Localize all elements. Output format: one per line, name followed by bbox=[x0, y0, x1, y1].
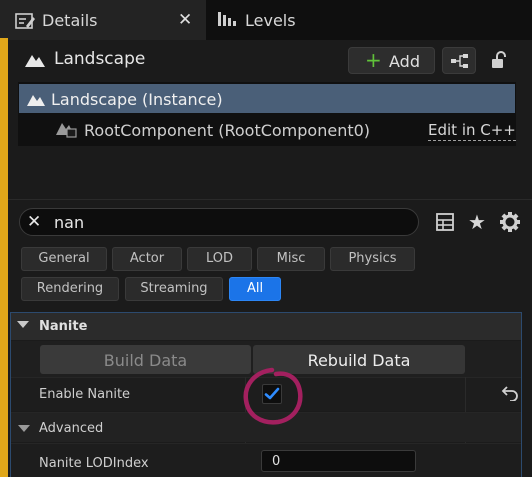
clear-search-icon[interactable]: ✕ bbox=[27, 212, 41, 232]
plus-icon: + bbox=[365, 48, 382, 72]
star-icon[interactable]: ★ bbox=[468, 210, 486, 234]
advanced-label: Advanced bbox=[39, 421, 104, 436]
root-component-icon bbox=[55, 119, 77, 139]
filter-misc[interactable]: Misc bbox=[257, 247, 325, 271]
tree-row-instance[interactable]: Landscape (Instance) bbox=[19, 84, 515, 113]
tab-active-accent bbox=[0, 38, 8, 477]
nanite-section-label: Nanite bbox=[39, 319, 88, 334]
nanite-lodindex-label: Nanite LODIndex bbox=[39, 456, 149, 471]
filter-physics[interactable]: Physics bbox=[330, 247, 415, 271]
advanced-arrow-icon bbox=[18, 425, 30, 432]
tab-details-label: Details bbox=[42, 11, 98, 30]
filter-general[interactable]: General bbox=[21, 247, 107, 271]
nanite-lodindex-input[interactable]: 0 bbox=[261, 450, 416, 472]
build-data-button[interactable]: Build Data bbox=[40, 345, 251, 374]
filter-all[interactable]: All bbox=[229, 277, 281, 301]
gear-icon[interactable] bbox=[499, 211, 521, 233]
add-button-label: Add bbox=[389, 52, 420, 71]
filter-lod[interactable]: LOD bbox=[187, 247, 252, 271]
levels-icon bbox=[217, 11, 237, 27]
lock-icon[interactable] bbox=[489, 50, 509, 70]
edit-in-cpp-link[interactable]: Edit in C++ bbox=[428, 121, 516, 141]
details-icon bbox=[15, 12, 35, 30]
close-tab-icon[interactable]: ✕ bbox=[178, 10, 192, 30]
build-data-label: Build Data bbox=[103, 351, 188, 370]
tab-levels-label[interactable]: Levels bbox=[245, 11, 296, 30]
collapse-arrow-icon bbox=[17, 321, 29, 328]
nanite-lodindex-value: 0 bbox=[272, 454, 281, 469]
landscape-icon bbox=[24, 49, 46, 69]
filter-streaming[interactable]: Streaming bbox=[125, 277, 223, 301]
reset-to-default-icon[interactable] bbox=[501, 385, 519, 401]
blueprint-button[interactable] bbox=[442, 47, 476, 74]
search-input[interactable]: ✕ nan bbox=[19, 208, 419, 236]
filter-actor[interactable]: Actor bbox=[112, 247, 182, 271]
search-input-value: nan bbox=[54, 213, 85, 232]
hierarchy-icon bbox=[450, 53, 470, 69]
actor-title: Landscape bbox=[54, 49, 146, 69]
nanite-section-header[interactable]: Nanite bbox=[11, 313, 521, 340]
landscape-instance-icon bbox=[26, 90, 46, 108]
filter-rendering[interactable]: Rendering bbox=[21, 277, 119, 301]
tree-root-component-label[interactable]: RootComponent (RootComponent0) bbox=[84, 121, 370, 140]
add-button[interactable]: + Add bbox=[348, 47, 435, 74]
annotation-circle bbox=[240, 366, 308, 428]
divider bbox=[8, 199, 532, 200]
enable-nanite-label: Enable Nanite bbox=[39, 387, 131, 402]
table-view-icon[interactable] bbox=[436, 213, 454, 231]
tree-instance-label: Landscape (Instance) bbox=[51, 90, 223, 109]
